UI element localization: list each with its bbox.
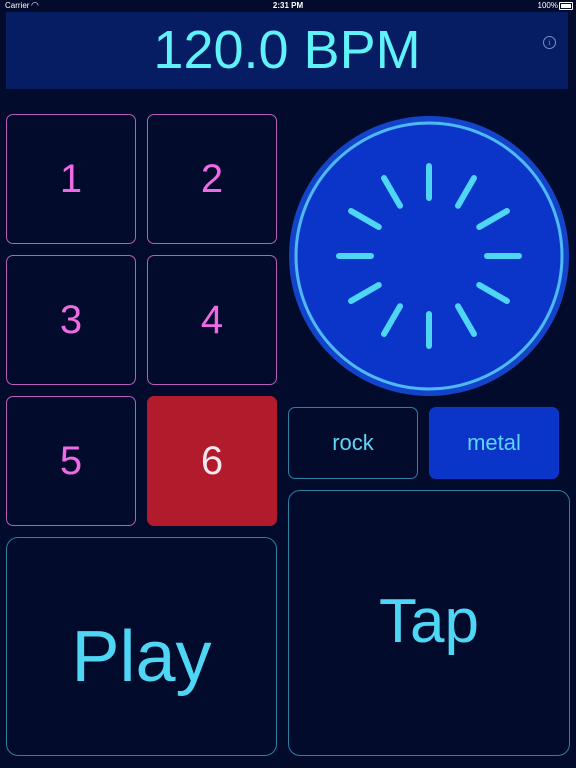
pad-3-button[interactable]: 3 bbox=[6, 255, 136, 385]
pad-4-button[interactable]: 4 bbox=[147, 255, 277, 385]
status-time: 2:31 PM bbox=[272, 1, 304, 10]
status-bar: Carrier ◠ 2:31 PM 100% bbox=[0, 0, 576, 12]
pad-1-button[interactable]: 1 bbox=[6, 114, 136, 244]
play-button[interactable]: Play bbox=[6, 537, 277, 756]
bpm-display[interactable]: 120.0 BPM bbox=[6, 18, 568, 82]
pad-5-button[interactable]: 5 bbox=[6, 396, 136, 526]
battery-percentage: 100% bbox=[537, 1, 558, 10]
tap-button[interactable]: Tap bbox=[288, 490, 570, 756]
bpm-header: 120.0 BPM i bbox=[6, 12, 568, 89]
pad-2-button[interactable]: 2 bbox=[147, 114, 277, 244]
info-icon[interactable]: i bbox=[543, 36, 556, 49]
tempo-dial[interactable] bbox=[288, 115, 570, 397]
metal-style-button[interactable]: metal bbox=[429, 407, 559, 479]
rock-style-button[interactable]: rock bbox=[288, 407, 418, 479]
pad-6-button[interactable]: 6 bbox=[147, 396, 277, 526]
battery-icon bbox=[559, 2, 573, 10]
